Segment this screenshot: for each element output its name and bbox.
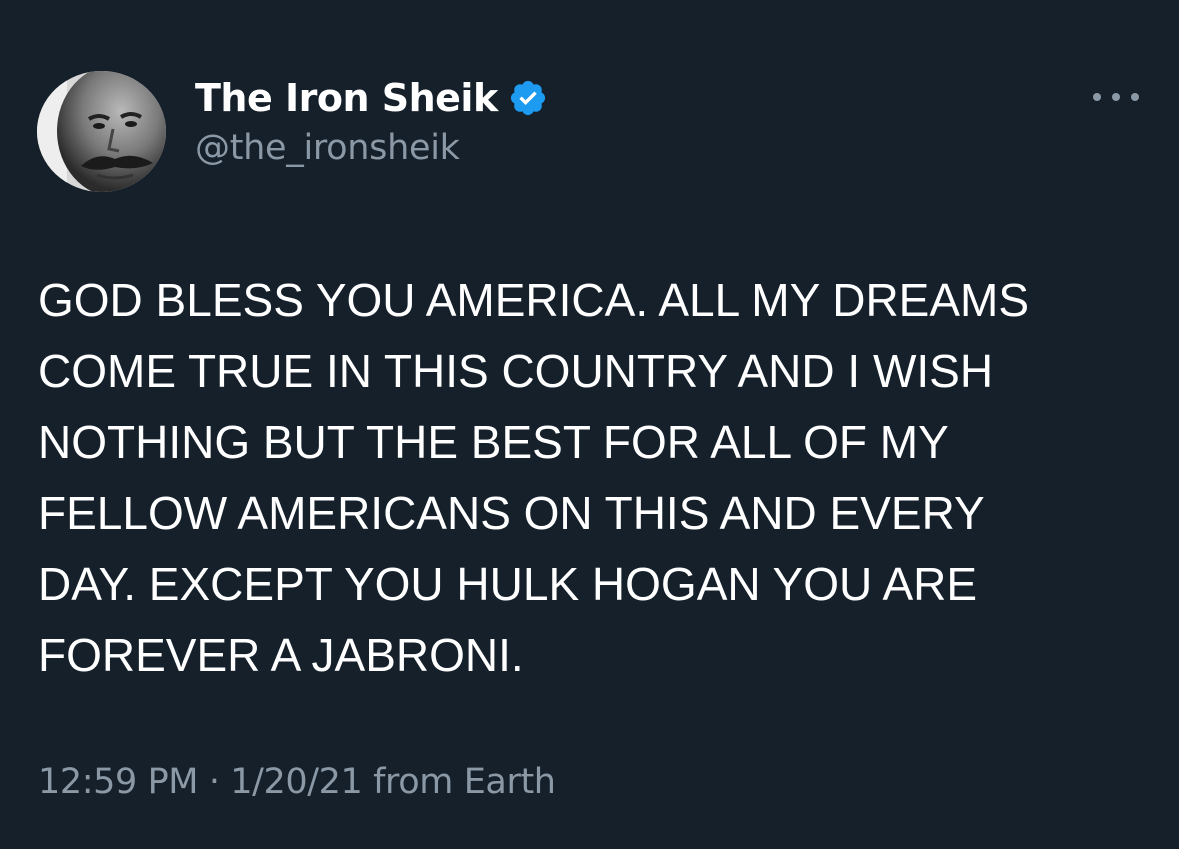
tweet-timestamp[interactable]: 12:59 PM · 1/20/21 from Earth — [38, 762, 556, 802]
tweet-text: GOD BLESS YOU AMERICA. ALL MY DREAMS COM… — [38, 274, 1030, 681]
more-dot — [1112, 93, 1120, 101]
user-handle[interactable]: @the_ironsheik — [195, 128, 548, 168]
tweet-card: The Iron Sheik @the_ironsheik GOD BLESS … — [0, 0, 1179, 849]
verified-badge-icon — [508, 78, 548, 118]
more-dot — [1131, 93, 1139, 101]
tweet-header: The Iron Sheik @the_ironsheik — [195, 72, 548, 168]
avatar[interactable] — [37, 71, 166, 192]
display-name[interactable]: The Iron Sheik — [195, 76, 498, 120]
name-row: The Iron Sheik — [195, 72, 548, 124]
avatar-photo — [37, 71, 166, 192]
more-options-icon[interactable] — [1093, 85, 1139, 109]
more-dot — [1093, 93, 1101, 101]
